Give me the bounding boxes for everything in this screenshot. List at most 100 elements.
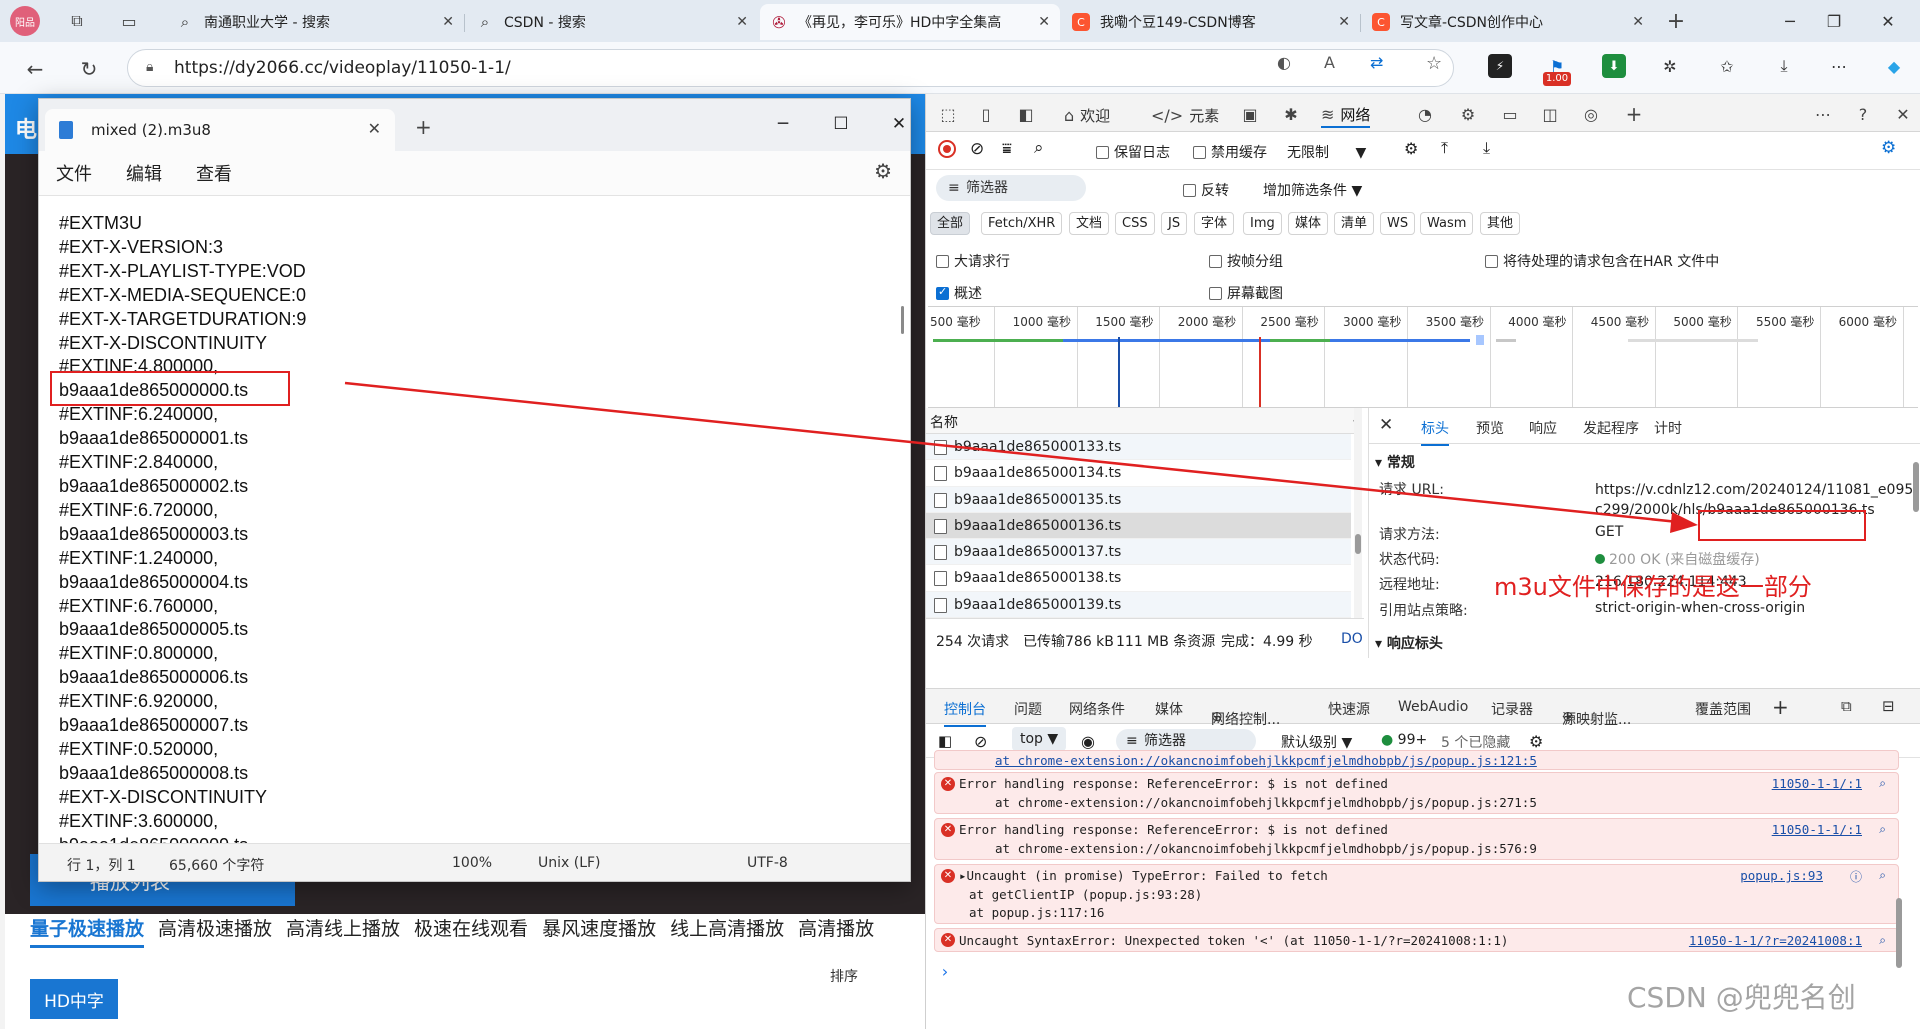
source-item[interactable]: 线上高清播放 (670, 914, 784, 958)
drawer-tab-media[interactable]: 媒体 (1155, 699, 1183, 719)
downloads-icon[interactable]: ⤓ (1772, 54, 1796, 78)
request-row[interactable]: b9aaa1de865000136.ts (926, 512, 1351, 540)
drawer-tab-quick-source[interactable]: 快速源 (1328, 699, 1370, 719)
address-bar[interactable]: 🔒︎ https://dy2066.cc/videoplay/11050-1-1… (127, 49, 1454, 87)
response-headers-title[interactable]: ▾ 响应标头 (1375, 633, 1443, 653)
type-ws[interactable]: WS (1380, 212, 1416, 235)
network-settings-gear-icon[interactable]: ⚙ (1881, 138, 1896, 158)
add-drawer-tab-icon[interactable]: + (1772, 695, 1789, 719)
search-icon[interactable]: ⌕ (1879, 822, 1886, 837)
request-row[interactable]: b9aaa1de865000134.ts (926, 460, 1351, 487)
tab-csdn-blog[interactable]: C 我嘞个豆149-CSDN博客 ✕ (1062, 4, 1360, 40)
sidebar-toggle-icon[interactable]: ◧ (938, 732, 952, 750)
source-item[interactable]: 高清播放 (798, 914, 874, 958)
back-icon[interactable]: ← (22, 56, 48, 82)
more-icon[interactable]: ⋯ (1811, 102, 1835, 126)
search-icon[interactable]: ⌕ (1879, 933, 1886, 948)
record-icon[interactable] (938, 140, 956, 158)
console-settings-gear-icon[interactable]: ⚙ (1529, 732, 1543, 751)
security-icon[interactable]: ◎ (1579, 102, 1603, 126)
type-js[interactable]: JS (1161, 212, 1188, 235)
minimize-icon[interactable]: ─ (1770, 8, 1810, 34)
application-icon[interactable]: ▭ (1498, 102, 1522, 126)
settings-gear-icon[interactable]: ⚙ (874, 159, 892, 183)
notepad-new-tab-icon[interactable]: + (415, 115, 432, 139)
export-har-icon[interactable]: ⤓ (1483, 138, 1490, 158)
tab-csdn-write[interactable]: C 写文章-CSDN创作中心 ✕ (1362, 4, 1654, 40)
tab-actions-icon[interactable]: ▭ (118, 10, 140, 32)
console-icon[interactable]: ▣ (1238, 102, 1262, 126)
extension-download-icon[interactable]: ⬇ (1602, 54, 1626, 78)
close-window-icon[interactable]: ✕ (1868, 8, 1908, 34)
console-scrollbar[interactable] (1895, 758, 1903, 1028)
tab-initiator[interactable]: 发起程序 (1583, 418, 1639, 438)
more-filters-dropdown[interactable]: 增加筛选条件 ▼ (1263, 180, 1362, 200)
request-list-scrollbar[interactable] (1354, 408, 1362, 618)
workspaces-icon[interactable]: ⧉ (66, 10, 88, 32)
har-pending-checkbox[interactable]: 将待处理的请求包含在HAR 文件中 (1485, 251, 1719, 271)
message-count-badge[interactable]: ● 99+ (1381, 732, 1427, 748)
notepad-text-editor[interactable]: #EXTM3U #EXT-X-VERSION:3 #EXT-X-PLAYLIST-T… (39, 195, 910, 843)
screenshots-checkbox[interactable]: 屏幕截图 (1209, 283, 1283, 303)
source-item[interactable]: 量子极速播放 (30, 914, 145, 948)
drawer-tab-console[interactable]: 控制台 (944, 699, 986, 727)
close-icon[interactable]: ✕ (736, 14, 748, 30)
translate-icon[interactable]: ⇄ (1370, 53, 1383, 72)
preserve-log-checkbox[interactable]: 保留日志 (1096, 142, 1170, 162)
editor-scrollbar[interactable] (901, 306, 904, 334)
menu-view[interactable]: 查看 (196, 160, 232, 186)
drawer-tab-webaudio[interactable]: WebAudio (1398, 699, 1468, 715)
undock-drawer-icon[interactable]: ⧉ (1841, 697, 1852, 715)
close-icon[interactable]: ✕ (1891, 102, 1915, 126)
extension-stock-icon[interactable]: ⚡ (1488, 54, 1512, 78)
type-manifest[interactable]: 清单 (1334, 212, 1375, 235)
tab-search-csdn[interactable]: ⌕ CSDN - 搜索 ✕ (466, 4, 758, 40)
type-other[interactable]: 其他 (1480, 212, 1521, 235)
details-scrollbar[interactable] (1913, 452, 1919, 652)
refresh-icon[interactable]: ↻ (76, 56, 102, 82)
hd-episode-button[interactable]: HD中字 (30, 979, 118, 1019)
source-item[interactable]: 高清极速播放 (158, 914, 272, 958)
inspect-icon[interactable]: ⬚ (936, 102, 960, 126)
collapse-drawer-icon[interactable]: ⊟ (1882, 697, 1895, 715)
performance-icon[interactable]: ◔ (1413, 102, 1437, 126)
extensions-puzzle-icon[interactable]: ✲ (1658, 54, 1682, 78)
network-filter-input[interactable]: ≡ 筛选器 (936, 175, 1086, 201)
profile-avatar[interactable]: 阳品 (10, 6, 40, 36)
search-icon[interactable]: ⌕ (1034, 138, 1044, 158)
memory-icon[interactable]: ⚙ (1456, 102, 1480, 126)
overview-checkbox[interactable]: 概述 (936, 283, 982, 303)
invert-checkbox[interactable]: 反转 (1183, 180, 1229, 200)
throttle-select[interactable]: 无限制 ▼ (1287, 142, 1366, 162)
close-icon[interactable]: ✕ (1379, 415, 1393, 435)
tab-welcome[interactable]: ⌂ 欢迎 (1064, 102, 1110, 128)
more-menu-icon[interactable]: ⋯ (1827, 54, 1851, 78)
read-aloud-icon[interactable]: A (1324, 53, 1335, 72)
live-expression-eye-icon[interactable]: ◉ (1081, 732, 1095, 751)
drawer-tab-issues[interactable]: 问题 (1014, 699, 1042, 719)
sources-bug-icon[interactable]: ✱ (1279, 102, 1303, 126)
close-icon[interactable]: ✕ (1338, 14, 1350, 30)
search-icon[interactable]: ⌕ (1879, 868, 1886, 883)
close-icon[interactable]: ✕ (1632, 14, 1644, 30)
type-wasm[interactable]: Wasm (1420, 212, 1474, 235)
source-item[interactable]: 高清线上播放 (286, 914, 400, 958)
menu-file[interactable]: 文件 (56, 160, 92, 186)
close-icon[interactable]: ✕ (442, 14, 454, 30)
console-prompt[interactable]: › (940, 962, 950, 981)
type-img[interactable]: Img (1243, 212, 1282, 235)
copilot-icon[interactable]: ◆ (1882, 54, 1906, 78)
favorite-star-icon[interactable]: ☆ (1426, 53, 1442, 74)
import-har-icon[interactable]: ⤒ (1441, 138, 1448, 158)
tab-headers[interactable]: 标头 (1421, 418, 1449, 446)
request-row[interactable]: b9aaa1de865000135.ts (926, 486, 1351, 513)
type-fetch-xhr[interactable]: Fetch/XHR (981, 212, 1063, 235)
close-icon[interactable]: ✕ (368, 119, 381, 138)
type-font[interactable]: 字体 (1194, 212, 1235, 235)
group-by-frame-checkbox[interactable]: 按帧分组 (1209, 251, 1283, 271)
filter-icon[interactable]: ⩸ (1002, 139, 1012, 159)
network-conditions-icon[interactable]: ⚙ (1404, 139, 1418, 158)
drawer-tab-recorder[interactable]: 记录器 (1491, 699, 1533, 719)
clear-icon[interactable]: ⊘ (970, 139, 984, 159)
favorites-icon[interactable]: ✩ (1715, 54, 1739, 78)
